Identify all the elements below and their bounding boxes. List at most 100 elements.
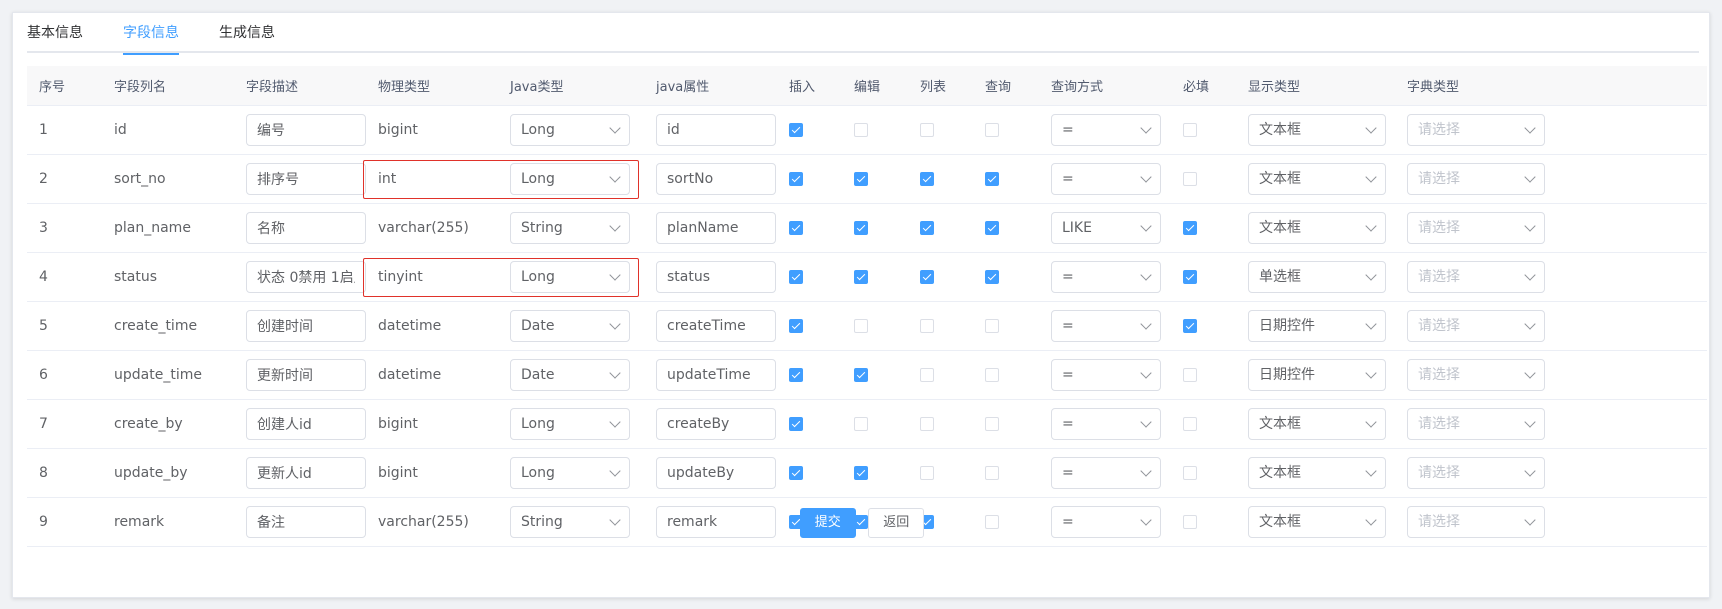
tab-gen-info[interactable]: 生成信息 [199, 13, 295, 53]
java-type-select[interactable]: Long [510, 407, 630, 440]
list-checkbox[interactable] [920, 318, 934, 333]
field-desc-input[interactable] [246, 358, 366, 391]
query-checkbox[interactable] [985, 122, 999, 137]
edit-checkbox[interactable] [854, 367, 868, 382]
cell-column-name: create_by [102, 399, 234, 449]
java-field-input[interactable] [656, 407, 776, 440]
edit-checkbox[interactable] [854, 220, 868, 235]
java-field-input[interactable] [656, 358, 776, 391]
query-type-value: = [1062, 317, 1074, 334]
insert-checkbox[interactable] [789, 465, 803, 480]
edit-checkbox[interactable] [854, 171, 868, 186]
edit-checkbox[interactable] [854, 269, 868, 284]
java-type-select[interactable]: Long [510, 113, 630, 146]
required-checkbox[interactable] [1183, 269, 1197, 284]
html-type-select[interactable]: 文本框 [1248, 211, 1386, 244]
query-checkbox[interactable] [985, 171, 999, 186]
dict-type-select[interactable]: 请选择 [1407, 211, 1545, 244]
required-checkbox[interactable] [1183, 220, 1197, 235]
list-checkbox[interactable] [920, 122, 934, 137]
query-type-select[interactable]: = [1051, 358, 1161, 391]
list-checkbox[interactable] [920, 465, 934, 480]
field-desc-input[interactable] [246, 260, 366, 293]
tab-basic-info[interactable]: 基本信息 [27, 13, 103, 53]
required-checkbox[interactable] [1183, 465, 1197, 480]
html-type-select[interactable]: 文本框 [1248, 456, 1386, 489]
query-type-select[interactable]: = [1051, 162, 1161, 195]
java-type-select[interactable]: Long [510, 162, 630, 195]
edit-checkbox[interactable] [854, 318, 868, 333]
query-checkbox[interactable] [985, 269, 999, 284]
insert-checkbox[interactable] [789, 318, 803, 333]
required-checkbox[interactable] [1183, 122, 1197, 137]
list-checkbox[interactable] [920, 171, 934, 186]
html-type-select[interactable]: 文本框 [1248, 407, 1386, 440]
query-checkbox[interactable] [985, 220, 999, 235]
query-type-select[interactable]: = [1051, 456, 1161, 489]
phys-type-text: bigint [378, 121, 418, 138]
dict-type-select[interactable]: 请选择 [1407, 456, 1545, 489]
insert-checkbox[interactable] [789, 171, 803, 186]
insert-checkbox[interactable] [789, 416, 803, 431]
query-checkbox[interactable] [985, 367, 999, 382]
field-desc-input[interactable] [246, 407, 366, 440]
required-checkbox[interactable] [1183, 416, 1197, 431]
java-type-select[interactable]: String [510, 211, 630, 244]
query-checkbox[interactable] [985, 416, 999, 431]
field-desc-input[interactable] [246, 456, 366, 489]
java-type-select[interactable]: Date [510, 358, 630, 391]
java-field-input[interactable] [656, 456, 776, 489]
edit-checkbox[interactable] [854, 122, 868, 137]
field-desc-input[interactable] [246, 113, 366, 146]
dict-type-select[interactable]: 请选择 [1407, 260, 1545, 293]
java-field-input[interactable] [656, 113, 776, 146]
insert-checkbox[interactable] [789, 269, 803, 284]
edit-checkbox[interactable] [854, 465, 868, 480]
html-type-select[interactable]: 文本框 [1248, 113, 1386, 146]
query-checkbox[interactable] [985, 465, 999, 480]
java-field-input[interactable] [656, 309, 776, 342]
query-type-select[interactable]: = [1051, 407, 1161, 440]
field-desc-input[interactable] [246, 309, 366, 342]
java-field-input[interactable] [656, 260, 776, 293]
field-desc-input[interactable] [246, 162, 366, 195]
html-type-select[interactable]: 文本框 [1248, 162, 1386, 195]
query-checkbox[interactable] [985, 318, 999, 333]
submit-button[interactable]: 提交 [799, 508, 856, 538]
dict-type-select[interactable]: 请选择 [1407, 358, 1545, 391]
edit-checkbox[interactable] [854, 416, 868, 431]
java-type-select[interactable]: Long [510, 260, 630, 293]
list-checkbox[interactable] [920, 220, 934, 235]
required-checkbox[interactable] [1183, 171, 1197, 186]
html-type-select[interactable]: 日期控件 [1248, 309, 1386, 342]
field-desc-input[interactable] [246, 211, 366, 244]
html-type-value: 文本框 [1259, 415, 1301, 432]
query-type-select[interactable]: = [1051, 113, 1161, 146]
java-field-input[interactable] [656, 211, 776, 244]
cell-insert [777, 203, 842, 253]
tab-field-info[interactable]: 字段信息 [103, 13, 199, 55]
dict-type-placeholder: 请选择 [1418, 170, 1460, 187]
query-type-select[interactable]: LIKE [1051, 211, 1161, 244]
dict-type-select[interactable]: 请选择 [1407, 162, 1545, 195]
list-checkbox[interactable] [920, 367, 934, 382]
cell-insert [777, 350, 842, 400]
java-type-select[interactable]: Date [510, 309, 630, 342]
dict-type-select[interactable]: 请选择 [1407, 113, 1545, 146]
required-checkbox[interactable] [1183, 367, 1197, 382]
java-type-select[interactable]: Long [510, 456, 630, 489]
insert-checkbox[interactable] [789, 367, 803, 382]
java-field-input[interactable] [656, 162, 776, 195]
query-type-select[interactable]: = [1051, 309, 1161, 342]
list-checkbox[interactable] [920, 269, 934, 284]
html-type-select[interactable]: 单选框 [1248, 260, 1386, 293]
html-type-select[interactable]: 日期控件 [1248, 358, 1386, 391]
list-checkbox[interactable] [920, 416, 934, 431]
back-button[interactable]: 返回 [868, 508, 925, 538]
query-type-select[interactable]: = [1051, 260, 1161, 293]
insert-checkbox[interactable] [789, 122, 803, 137]
required-checkbox[interactable] [1183, 318, 1197, 333]
insert-checkbox[interactable] [789, 220, 803, 235]
dict-type-select[interactable]: 请选择 [1407, 309, 1545, 342]
dict-type-select[interactable]: 请选择 [1407, 407, 1545, 440]
